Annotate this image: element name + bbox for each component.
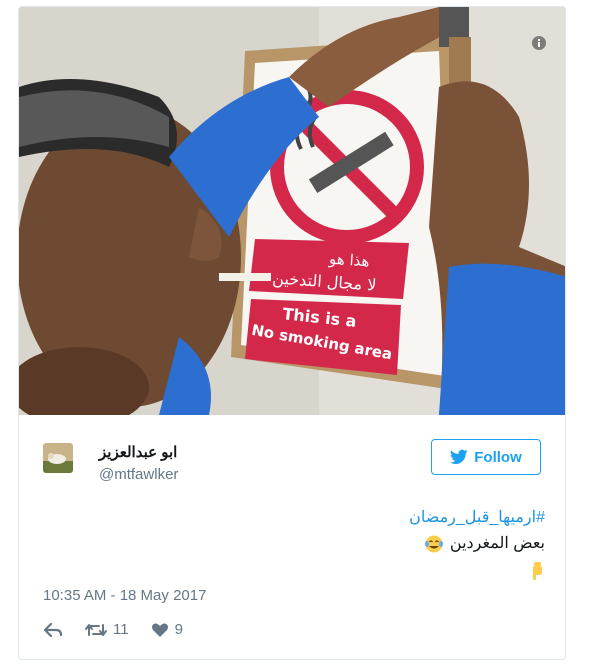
retweet-button[interactable]: 11 <box>85 621 129 638</box>
retweet-count: 11 <box>113 621 129 638</box>
tweet-text-line: بعض المغردين <box>65 531 545 557</box>
avatar[interactable] <box>43 443 73 473</box>
retweet-icon <box>85 623 107 636</box>
reply-button[interactable] <box>43 622 63 638</box>
tweet-text: #ارميها_قبل_رمضان بعض المغردين <box>65 505 545 583</box>
hashtag-link[interactable]: #ارميها_قبل_رمضان <box>65 505 545 531</box>
display-name[interactable]: ابو عبدالعزيز <box>99 443 177 461</box>
face-with-tears-of-joy-icon <box>424 535 443 553</box>
avatar-image <box>43 443 73 473</box>
tweet-actions: 11 9 <box>43 621 205 638</box>
reply-icon <box>43 622 63 637</box>
follow-button[interactable]: Follow <box>431 439 541 475</box>
like-count: 9 <box>174 621 183 638</box>
twitter-bird-icon <box>450 449 468 464</box>
tweet-text-line-3 <box>65 557 545 583</box>
info-icon[interactable] <box>531 35 547 51</box>
like-button[interactable]: 9 <box>151 621 183 638</box>
no-smoking-photo: هذا هو لا مجال التدخين This is a No smok… <box>19 7 565 415</box>
heart-icon <box>151 623 168 637</box>
follow-label: Follow <box>474 448 522 466</box>
tweet-body: بعض المغردين <box>449 535 545 552</box>
tweet-timestamp[interactable]: 10:35 AM - 18 May 2017 <box>43 587 206 604</box>
tweet-card: هذا هو لا مجال التدخين This is a No smok… <box>18 6 566 660</box>
tweet-photo[interactable]: هذا هو لا مجال التدخين This is a No smok… <box>19 7 565 415</box>
sign-arabic-line1: هذا هو <box>328 250 371 271</box>
user-handle[interactable]: @mtfawlker <box>99 466 178 483</box>
backhand-index-pointing-down-icon <box>533 562 542 580</box>
